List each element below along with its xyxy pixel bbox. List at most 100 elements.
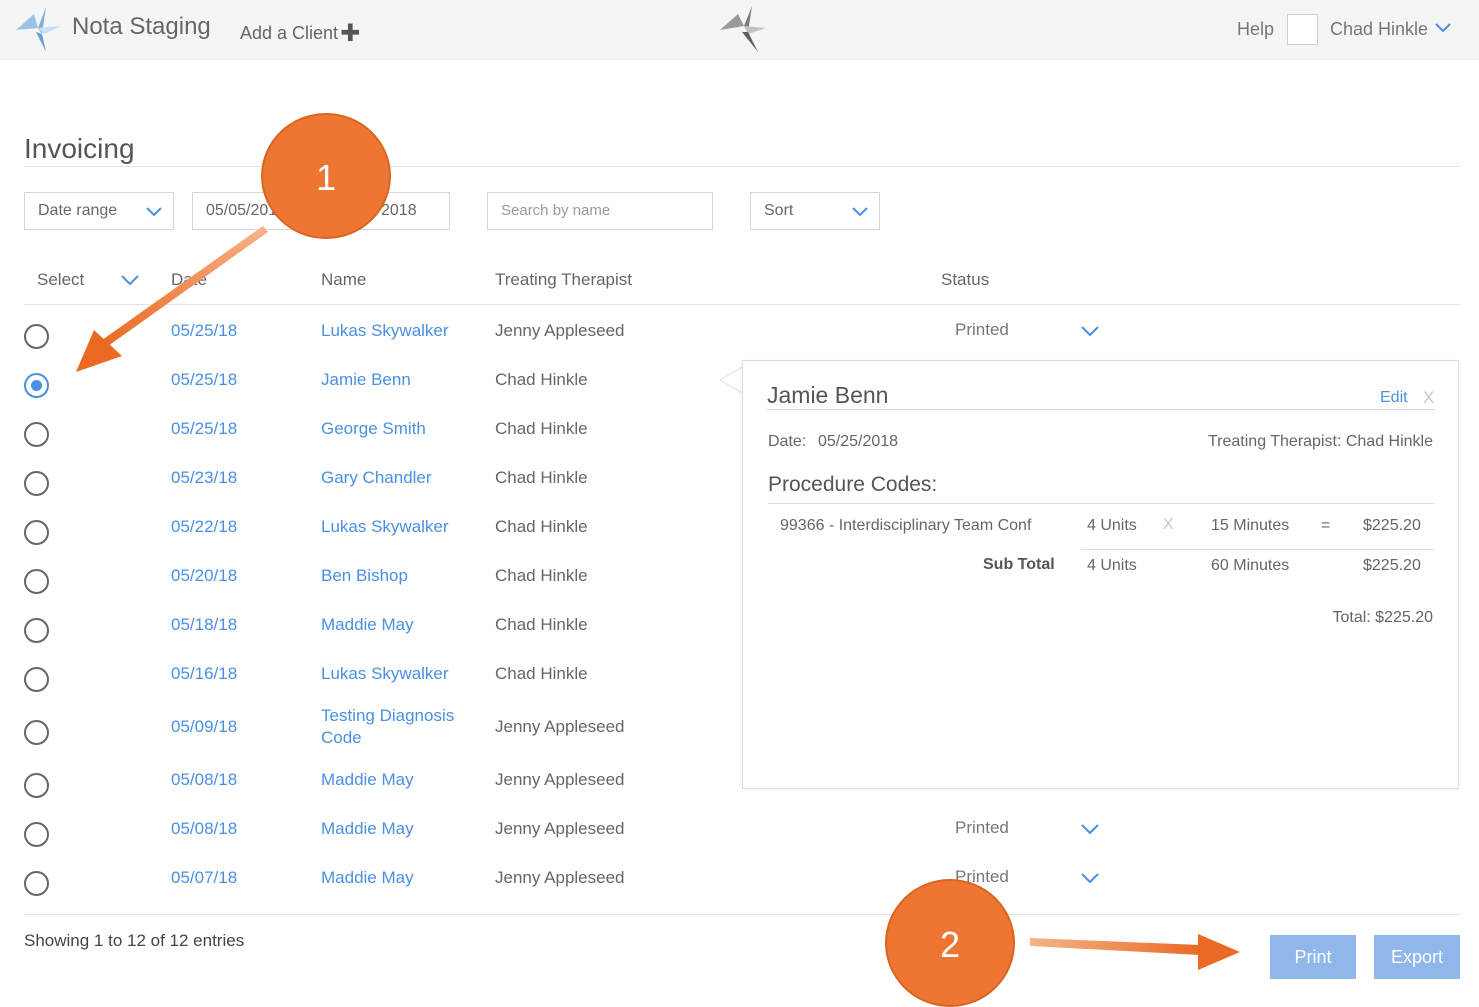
date-to-value: 2018 [381,202,417,219]
equals-sign: = [1321,517,1331,534]
row-date[interactable]: 05/25/18 [171,418,237,440]
row-select-radio[interactable] [24,871,49,896]
sort-select[interactable]: Sort [750,192,880,230]
row-date[interactable]: 05/22/18 [171,516,237,538]
row-date[interactable]: 05/23/18 [171,467,237,489]
entries-summary: Showing 1 to 12 of 12 entries [24,931,245,950]
procedure-minutes: 15 Minutes [1211,517,1290,534]
close-icon[interactable]: X [1423,388,1434,408]
column-header-date[interactable]: Date [171,270,207,290]
footer-divider [24,914,1460,915]
row-select-radio[interactable] [24,324,49,349]
row-therapist: Jenny Appleseed [495,819,625,838]
row-patient-name[interactable]: Maddie May [321,867,471,889]
row-patient-name[interactable]: Maddie May [321,614,471,636]
sort-label: Sort [764,202,794,219]
bird-logo-icon [720,6,766,52]
date-range-select[interactable]: Date range [24,192,174,230]
row-select-radio[interactable] [24,720,49,745]
top-navbar: Nota Staging Add a Client✚ Help Chad Hin… [0,0,1479,60]
export-button[interactable]: Export [1374,935,1460,979]
detail-patient-name: Jamie Benn [767,382,889,408]
row-therapist: Chad Hinkle [495,615,588,634]
column-header-therapist[interactable]: Treating Therapist [495,270,632,290]
chevron-down-icon[interactable] [1080,872,1100,885]
procedure-codes-heading: Procedure Codes: [768,473,938,496]
detail-date-label: Date: [768,433,807,450]
row-date[interactable]: 05/16/18 [171,663,237,685]
user-menu[interactable]: Chad Hinkle [1330,19,1428,40]
subtotal-units: 4 Units [1087,557,1137,574]
bird-logo-icon[interactable] [14,4,66,54]
row-therapist: Chad Hinkle [495,468,588,487]
row-patient-name[interactable]: Maddie May [321,818,471,840]
add-client-label: Add a Client [240,23,339,43]
row-patient-name[interactable]: Lukas Skywalker [321,663,471,685]
row-select-radio[interactable] [24,667,49,692]
popover-pointer [720,366,744,394]
date-from-value: 05/05/201 [206,202,278,219]
row-patient-name[interactable]: Ben Bishop [321,565,471,587]
row-therapist: Chad Hinkle [495,370,588,389]
column-header-select[interactable]: Select [37,270,84,290]
row-therapist: Jenny Appleseed [495,717,625,736]
row-select-radio[interactable] [24,773,49,798]
column-header-name[interactable]: Name [321,270,366,290]
subtotal-amount: $225.20 [1363,557,1421,574]
row-date[interactable]: 05/08/18 [171,818,237,840]
row-patient-name[interactable]: Lukas Skywalker [321,320,471,342]
row-therapist: Jenny Appleseed [495,868,625,887]
row-status: Printed [955,818,1009,837]
help-box[interactable] [1287,14,1318,45]
row-patient-name[interactable]: Testing Diagnosis Code [321,705,471,749]
date-range-label: Date range [38,202,118,219]
chevron-down-icon[interactable] [120,274,140,287]
row-select-radio[interactable] [24,422,49,447]
row-select-radio[interactable] [24,520,49,545]
row-date[interactable]: 05/20/18 [171,565,237,587]
print-button[interactable]: Print [1270,935,1356,979]
row-therapist: Jenny Appleseed [495,770,625,789]
row-select-radio[interactable] [24,373,49,398]
chevron-down-icon[interactable] [1080,325,1100,338]
page-title: Invoicing [24,133,135,164]
row-therapist: Chad Hinkle [495,664,588,683]
row-date[interactable]: 05/25/18 [171,320,237,342]
row-select-radio[interactable] [24,822,49,847]
arrow-to-print [1030,934,1240,970]
invoice-detail-popover: Jamie Benn Edit X Date: 05/25/2018 Treat… [742,360,1459,789]
row-date[interactable]: 05/08/18 [171,769,237,791]
chevron-down-icon[interactable] [1434,22,1452,34]
plus-icon: ✚ [340,20,361,47]
detail-therapist: Treating Therapist: Chad Hinkle [1208,433,1433,450]
row-date[interactable]: 05/25/18 [171,369,237,391]
help-link[interactable]: Help [1237,19,1274,40]
multiply-sign: X [1163,516,1174,533]
row-select-radio[interactable] [24,618,49,643]
chevron-down-icon[interactable] [1080,823,1100,836]
row-patient-name[interactable]: Jamie Benn [321,369,471,391]
row-date[interactable]: 05/07/18 [171,867,237,889]
procedure-code: 99366 - Interdisciplinary Team Conf [780,517,1032,534]
row-patient-name[interactable]: George Smith [321,418,471,440]
column-header-status[interactable]: Status [941,270,989,290]
row-patient-name[interactable]: Lukas Skywalker [321,516,471,538]
procedure-amount: $225.20 [1363,517,1421,534]
row-select-radio[interactable] [24,471,49,496]
step-2-badge: 2 [885,879,1015,1007]
subtotal-minutes: 60 Minutes [1211,557,1290,574]
row-status: Printed [955,320,1009,339]
row-patient-name[interactable]: Maddie May [321,769,471,791]
add-client-link[interactable]: Add a Client✚ [240,19,360,48]
chevron-down-icon [852,207,868,217]
search-placeholder: Search by name [501,202,611,219]
app-title[interactable]: Nota Staging [72,13,211,41]
row-date[interactable]: 05/09/18 [171,716,237,738]
edit-button[interactable]: Edit [1380,389,1408,407]
row-patient-name[interactable]: Gary Chandler [321,467,471,489]
row-select-radio[interactable] [24,569,49,594]
search-input[interactable]: Search by name [487,192,713,230]
row-therapist: Chad Hinkle [495,566,588,585]
row-therapist: Chad Hinkle [495,419,588,438]
row-date[interactable]: 05/18/18 [171,614,237,636]
